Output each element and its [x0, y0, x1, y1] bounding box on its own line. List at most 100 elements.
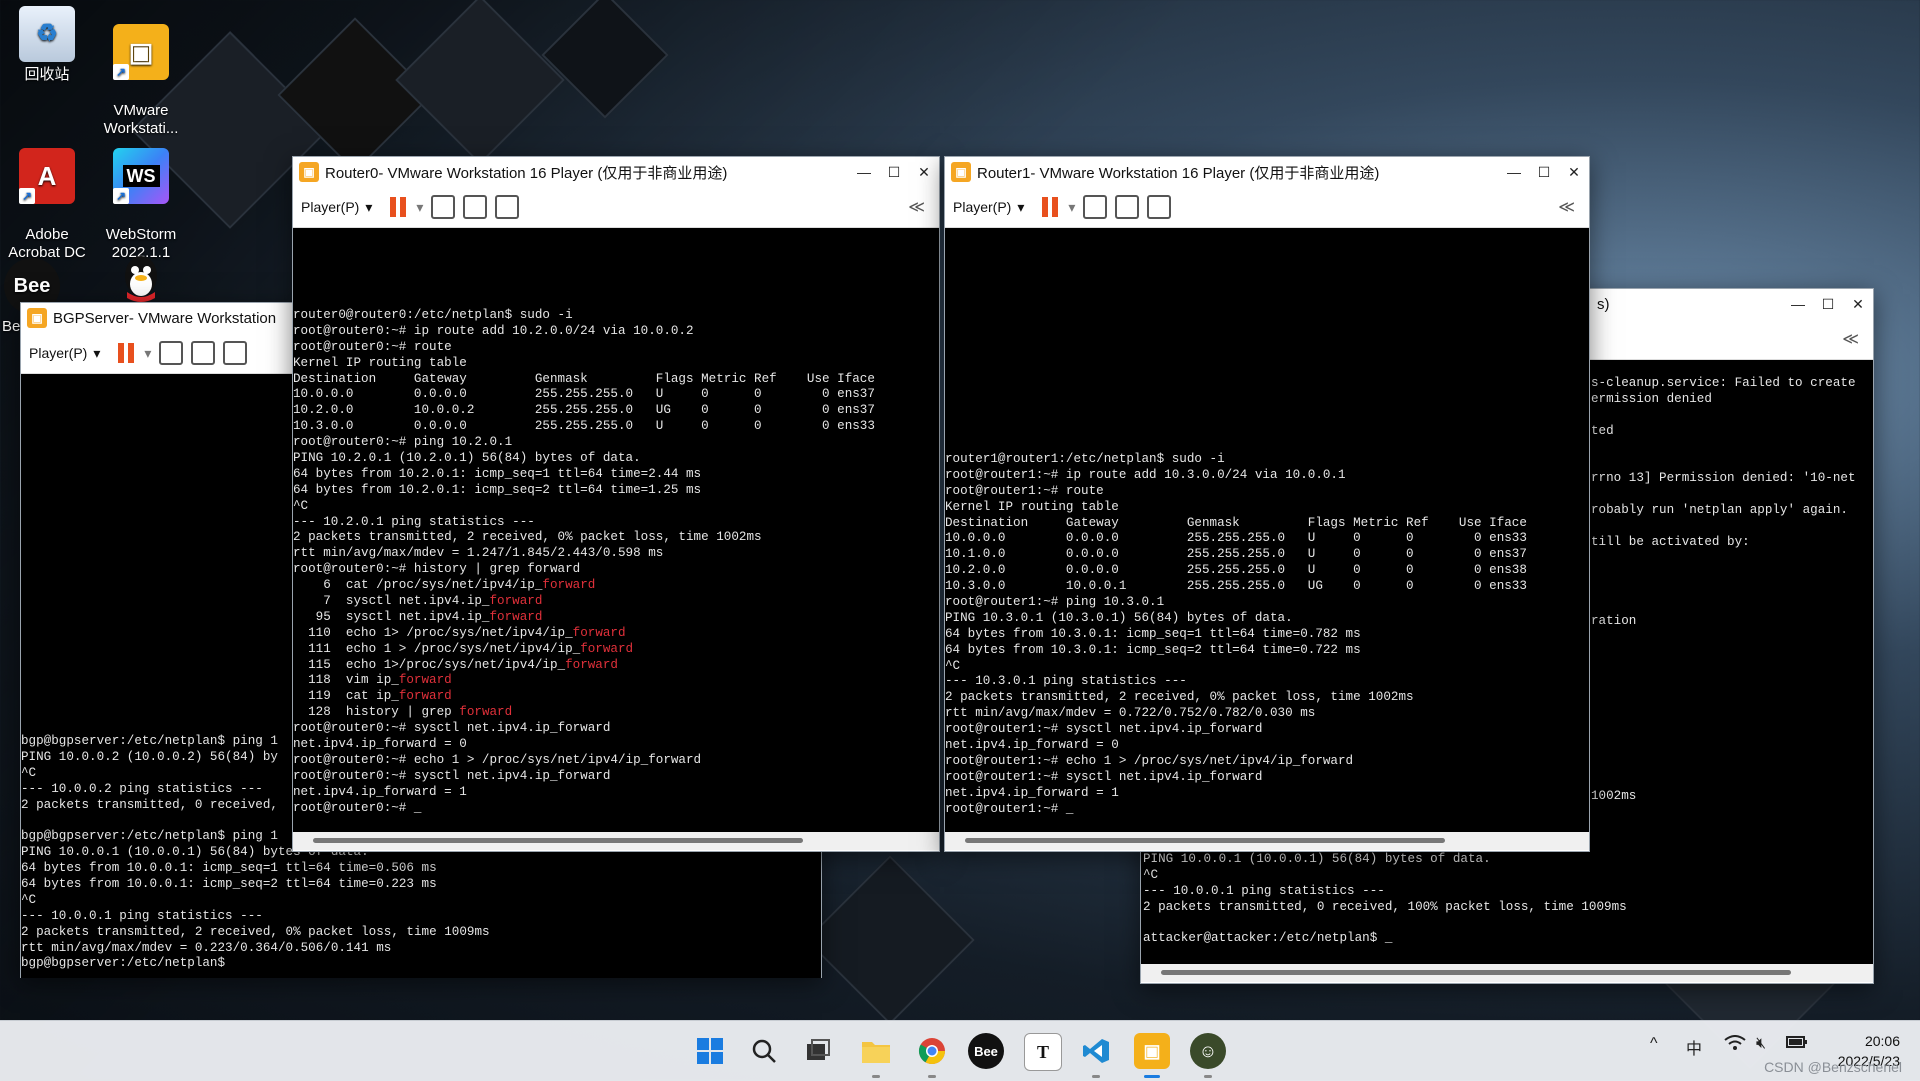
- desktop-icon-label: 回收站: [24, 66, 70, 83]
- ime-indicator[interactable]: 中: [1686, 1035, 1702, 1059]
- collapse-toolbar-icon[interactable]: ≪: [1558, 197, 1575, 217]
- vm-toolbar: Player(P) ▾ ▾ ≪: [945, 187, 1589, 228]
- fullscreen-icon[interactable]: [463, 195, 488, 219]
- unity-icon[interactable]: [495, 195, 520, 219]
- task-view-icon[interactable]: [800, 1033, 836, 1069]
- send-ctrl-alt-del-icon[interactable]: [159, 341, 184, 365]
- terminal-line: till be activated by:: [1591, 534, 1750, 549]
- pause-icon[interactable]: [1042, 197, 1060, 217]
- desktop-icon-recycle-bin[interactable]: ♻ 回收站: [2, 6, 92, 84]
- terminal-line: root@router1:~# sysctl net.ipv4.ip_forwa…: [945, 722, 1263, 737]
- terminal-line: 64 bytes from 10.2.0.1: icmp_seq=1 ttl=6…: [293, 466, 702, 481]
- unity-icon[interactable]: [1147, 195, 1172, 219]
- minimize-button[interactable]: —: [849, 164, 879, 180]
- terminal-line: 2 packets transmitted, 2 received, 0% pa…: [21, 924, 490, 939]
- dropdown-arrow-icon[interactable]: ▾: [144, 345, 151, 362]
- terminal-line: rtt min/avg/max/mdev = 0.722/0.752/0.782…: [945, 706, 1316, 721]
- terminal-line: ^C: [1143, 867, 1159, 882]
- window-router0[interactable]: ▣ Router0- VMware Workstation 16 Player …: [292, 156, 940, 852]
- send-ctrl-alt-del-icon[interactable]: [431, 195, 456, 219]
- minimize-button[interactable]: —: [1499, 164, 1529, 180]
- horizontal-scrollbar[interactable]: [1141, 964, 1873, 982]
- bee-icon[interactable]: Bee: [968, 1033, 1004, 1069]
- windows-start-icon[interactable]: [692, 1033, 728, 1069]
- terminal-line: root@router0:~# sysctl net.ipv4.ip_forwa…: [293, 768, 611, 783]
- window-title: Router0- VMware Workstation 16 Player (仅…: [325, 164, 728, 182]
- pause-icon[interactable]: [118, 343, 136, 363]
- collapse-toolbar-icon[interactable]: ≪: [1842, 329, 1859, 349]
- close-button[interactable]: ✕: [909, 164, 939, 181]
- chrome-icon[interactable]: [914, 1033, 950, 1078]
- terminal-line: rtt min/avg/max/mdev = 0.223/0.364/0.506…: [21, 940, 392, 955]
- terminal-router1[interactable]: router1@router1:/etc/netplan$ sudo -i roo…: [945, 228, 1589, 832]
- volume-muted-icon[interactable]: 🔇︎: [1756, 1035, 1766, 1053]
- player-menu-button[interactable]: Player(P) ▾: [29, 345, 100, 362]
- qq-icon: [113, 252, 169, 308]
- terminal-line: router0@router0:/etc/netplan$ sudo -i: [293, 308, 573, 322]
- terminal-line: --- 10.2.0.1 ping statistics ---: [293, 514, 535, 529]
- terminal-line: 64 bytes from 10.2.0.1: icmp_seq=2 ttl=6…: [293, 482, 702, 497]
- minimize-button[interactable]: —: [1783, 296, 1813, 312]
- pause-icon[interactable]: [390, 197, 408, 217]
- search-icon[interactable]: [746, 1033, 782, 1069]
- horizontal-scrollbar[interactable]: [293, 832, 939, 850]
- terminal-line: router1@router1:/etc/netplan$ sudo -i: [945, 452, 1225, 466]
- fullscreen-icon[interactable]: [191, 341, 216, 365]
- window-titlebar[interactable]: ▣ Router0- VMware Workstation 16 Player …: [293, 157, 939, 187]
- terminal-line: 10.2.0.0 10.0.0.2 255.255.255.0 UG 0 0 0…: [293, 403, 875, 418]
- terminal-line: 10.0.0.0 0.0.0.0 255.255.255.0 U 0 0 0 e…: [293, 387, 875, 402]
- fullscreen-icon[interactable]: [1115, 195, 1140, 219]
- dropdown-arrow-icon[interactable]: ▾: [416, 199, 423, 216]
- maximize-button[interactable]: ☐: [1529, 164, 1559, 181]
- unity-icon[interactable]: [223, 341, 248, 365]
- terminal-line: 111 echo 1 > /proc/sys/net/ipv4/ip_forwa…: [293, 641, 634, 656]
- close-button[interactable]: ✕: [1559, 164, 1589, 181]
- terminal-line: root@router1:~# route: [945, 483, 1104, 498]
- collapse-toolbar-icon[interactable]: ≪: [908, 197, 925, 217]
- send-ctrl-alt-del-icon[interactable]: [1083, 195, 1108, 219]
- terminal-line: root@router0:~# route: [293, 339, 452, 354]
- terminal-line: 6 cat /proc/sys/net/ipv4/ip_forward: [293, 578, 596, 593]
- terminal-line: Destination Gateway Genmask Flags Metric…: [293, 371, 875, 386]
- terminal-line: 10.0.0.0 0.0.0.0 255.255.255.0 U 0 0 0 e…: [945, 531, 1527, 546]
- player-menu-label: Player(P): [301, 199, 360, 215]
- terminal-line: root@router1:~# ping 10.3.0.1: [945, 595, 1165, 610]
- wifi-icon[interactable]: [1724, 1035, 1746, 1056]
- vmware-icon: ▣: [299, 162, 319, 182]
- terminal-router0[interactable]: router0@router0:/etc/netplan$ sudo -i roo…: [293, 228, 939, 832]
- file-explorer-icon[interactable]: [858, 1033, 894, 1078]
- acrobat-icon: A ↗: [19, 148, 75, 204]
- player-menu-button[interactable]: Player(P) ▾: [953, 199, 1024, 216]
- qq-icon[interactable]: ☺: [1190, 1033, 1226, 1078]
- terminal-line: attacker@attacker:/etc/netplan$ _: [1143, 931, 1393, 946]
- player-menu-button[interactable]: Player(P) ▾: [301, 199, 372, 216]
- terminal-line: ted: [1591, 423, 1614, 438]
- dropdown-arrow-icon[interactable]: ▾: [1068, 199, 1075, 216]
- terminal-line: ^C: [21, 892, 37, 907]
- terminal-line: bgp@bgpserver:/etc/netplan$: [21, 956, 226, 971]
- terminal-line: PING 10.0.0.1 (10.0.0.1) 56(84) bytes of…: [1143, 851, 1491, 866]
- terminal-line: 10.3.0.0 10.0.0.1 255.255.255.0 UG 0 0 0…: [945, 579, 1527, 594]
- tray-chevron-icon[interactable]: ^: [1650, 1035, 1658, 1053]
- terminal-lines: attacker@attacker:/etc/netplan$ ping 10.…: [1143, 836, 1627, 947]
- horizontal-scrollbar[interactable]: [945, 832, 1589, 850]
- vmware-icon: ▣: [27, 308, 47, 328]
- terminal-line: root@router1:~# sysctl net.ipv4.ip_forwa…: [945, 769, 1263, 784]
- vscode-icon[interactable]: [1078, 1033, 1114, 1078]
- vmware-icon[interactable]: ▣: [1134, 1033, 1170, 1078]
- battery-icon[interactable]: [1786, 1035, 1808, 1054]
- maximize-button[interactable]: ☐: [879, 164, 909, 181]
- maximize-button[interactable]: ☐: [1813, 296, 1843, 313]
- close-button[interactable]: ✕: [1843, 296, 1873, 313]
- window-router1[interactable]: ▣ Router1- VMware Workstation 16 Player …: [944, 156, 1590, 852]
- window-titlebar[interactable]: ▣ Router1- VMware Workstation 16 Player …: [945, 157, 1589, 187]
- typora-icon[interactable]: T: [1024, 1033, 1062, 1071]
- terminal-line: 110 echo 1> /proc/sys/net/ipv4/ip_forwar…: [293, 625, 626, 640]
